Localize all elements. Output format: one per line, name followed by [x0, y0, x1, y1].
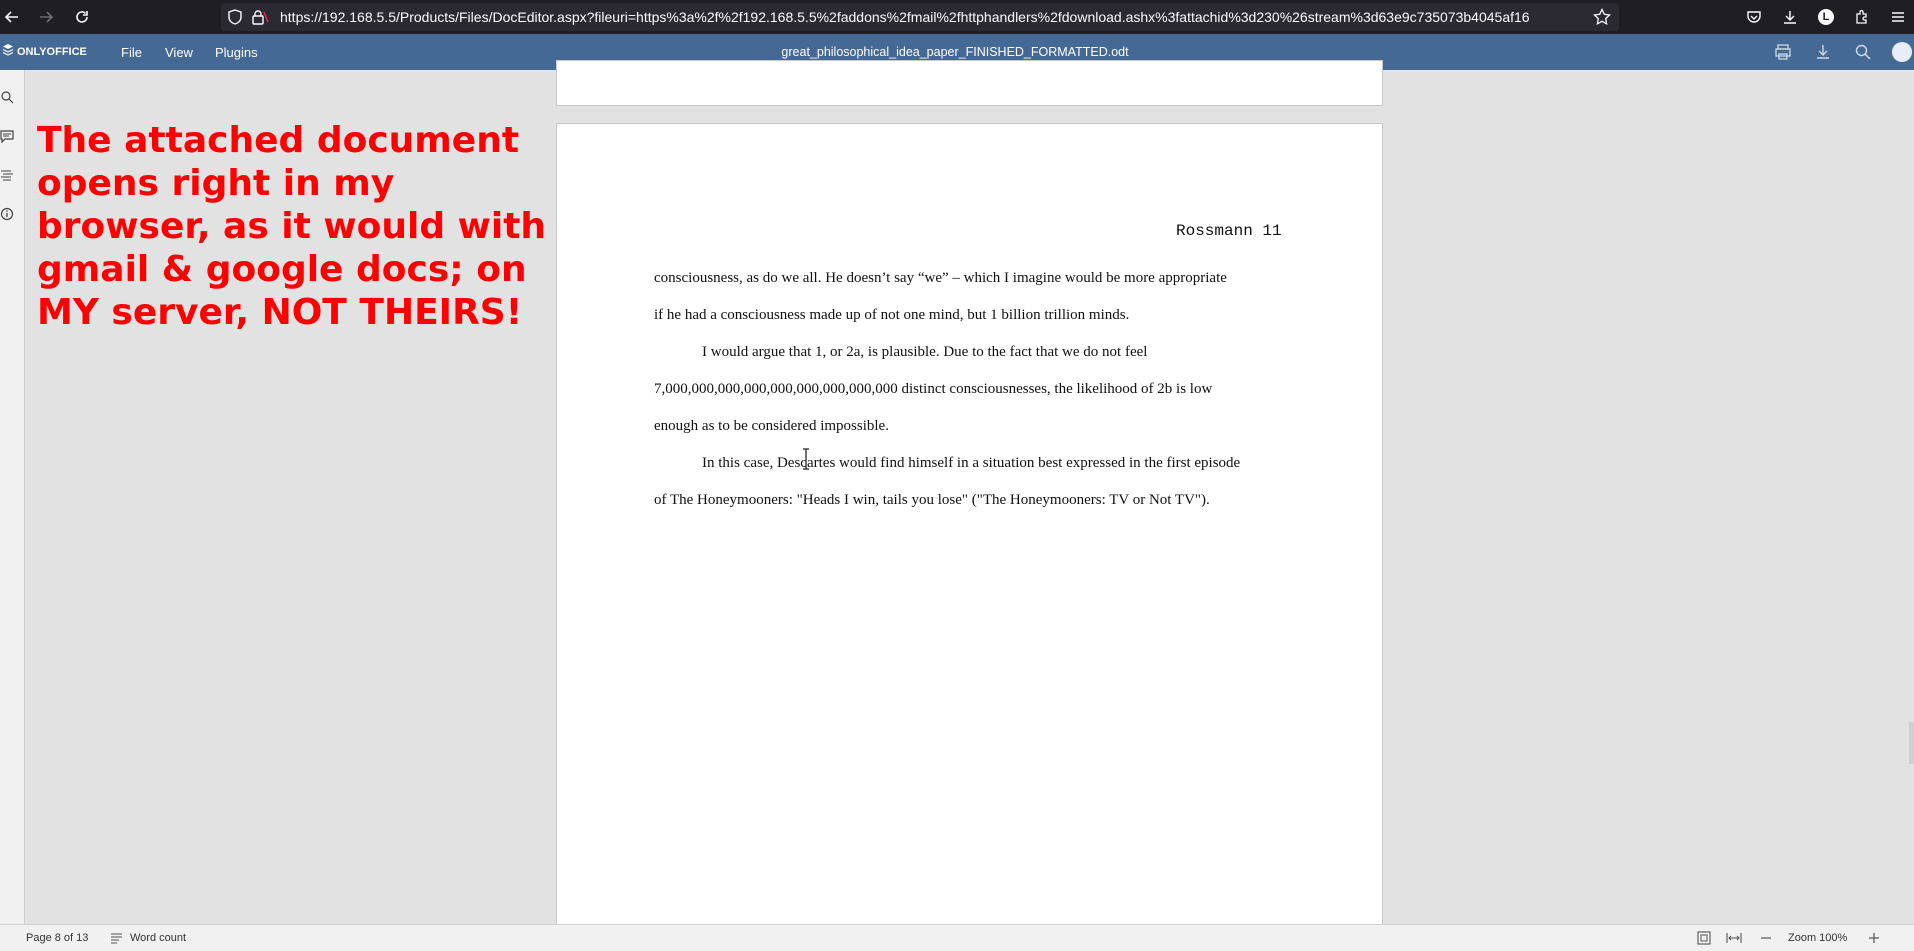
account-icon[interactable]: L — [1814, 5, 1838, 29]
annotation-text: The attached document opens right in my … — [37, 120, 547, 333]
app-brand: ONLYOFFICE — [17, 46, 87, 58]
print-icon[interactable] — [1774, 43, 1792, 66]
comments-icon[interactable] — [0, 129, 14, 148]
page-header: Rossmann 11 — [1176, 222, 1282, 240]
pocket-icon[interactable] — [1742, 5, 1766, 29]
shield-icon[interactable] — [227, 9, 243, 30]
menu-plugins[interactable]: Plugins — [215, 34, 258, 70]
back-icon[interactable] — [0, 5, 24, 29]
document-page[interactable]: Rossmann 11 consciousness, as do we all.… — [556, 123, 1383, 935]
text-line: if he had a consciousness made up of not… — [654, 307, 1130, 323]
find-icon[interactable] — [0, 90, 14, 109]
word-count-button[interactable]: Word count — [130, 925, 186, 951]
info-icon[interactable] — [0, 207, 14, 226]
text-line: of The Honeymooners: "Heads I win, tails… — [654, 492, 1210, 508]
browser-toolbar: https://192.168.5.5/Products/Files/DocEd… — [0, 0, 1914, 34]
page-indicator[interactable]: Page 8 of 13 — [26, 925, 88, 951]
menu-file[interactable]: File — [121, 34, 142, 70]
forward-icon[interactable] — [34, 5, 58, 29]
text-line: consciousness, as do we all. He doesn’t … — [654, 270, 1227, 286]
extensions-icon[interactable] — [1850, 5, 1874, 29]
text-line: In this case, Descartes would find himse… — [702, 455, 1241, 471]
menu-icon[interactable] — [1886, 5, 1910, 29]
address-bar[interactable]: https://192.168.5.5/Products/Files/DocEd… — [221, 3, 1619, 31]
text-line: enough as to be considered impossible. — [654, 418, 889, 434]
status-bar: Page 8 of 13 Word count Zoom 100% — [0, 924, 1914, 951]
zoom-in-icon[interactable] — [1868, 931, 1880, 948]
zoom-out-icon[interactable] — [1760, 931, 1772, 948]
previous-page — [556, 60, 1383, 106]
navigation-icon[interactable] — [0, 168, 14, 187]
text-line: I would argue that 1, or 2a, is plausibl… — [702, 344, 1148, 360]
reload-icon[interactable] — [70, 5, 94, 29]
text-cursor-icon — [801, 448, 811, 475]
fit-width-icon[interactable] — [1726, 931, 1742, 948]
text-line: 7,000,000,000,000,000,000,000,000,000 di… — [654, 381, 1213, 397]
bookmark-star-icon[interactable] — [1593, 7, 1611, 31]
word-count-icon — [110, 931, 124, 948]
user-avatar[interactable] — [1892, 42, 1912, 62]
url-text[interactable]: https://192.168.5.5/Products/Files/DocEd… — [280, 3, 1580, 31]
lock-icon[interactable] — [251, 9, 269, 30]
menu-view[interactable]: View — [165, 34, 193, 70]
download-icon[interactable] — [1814, 43, 1832, 66]
search-icon[interactable] — [1854, 43, 1872, 66]
left-sidebar — [0, 70, 25, 924]
scrollbar-thumb[interactable] — [1909, 722, 1914, 764]
fit-page-icon[interactable] — [1697, 931, 1711, 948]
downloads-icon[interactable] — [1778, 5, 1802, 29]
zoom-level[interactable]: Zoom 100% — [1788, 925, 1847, 951]
onlyoffice-logo-icon — [2, 43, 14, 62]
